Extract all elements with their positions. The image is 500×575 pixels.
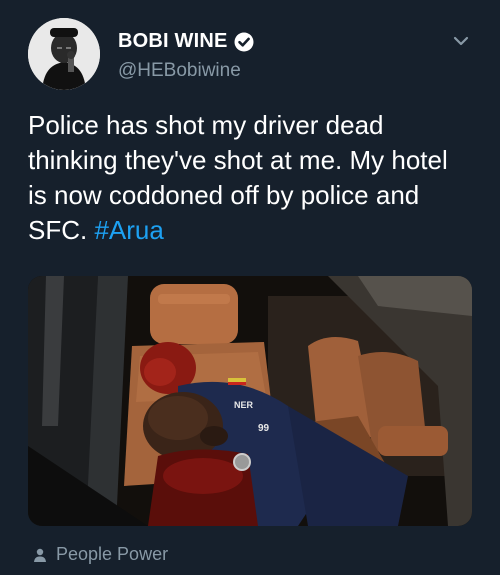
avatar[interactable]	[28, 18, 100, 90]
footer-label[interactable]: People Power	[56, 544, 168, 565]
jersey-number: 99	[258, 423, 270, 434]
shirt-text: NER	[234, 400, 254, 410]
photo-car-interior: NER 99	[28, 276, 472, 526]
verified-badge-icon	[234, 32, 254, 51]
author-handle[interactable]: @HEBobiwine	[118, 60, 241, 82]
author-name[interactable]: BOBI WINE	[118, 30, 228, 53]
author-name-row: BOBI WINE	[118, 30, 254, 53]
tweet-photo[interactable]: NER 99	[28, 276, 472, 526]
tweet-body: Police has shot my driver dead thinking …	[28, 110, 448, 245]
person-icon	[34, 548, 46, 562]
hashtag-link[interactable]: #Arua	[94, 215, 163, 245]
avatar-image	[28, 18, 100, 90]
footer: People Power	[32, 544, 168, 565]
tweet-card: BOBI WINE @HEBobiwine Police has shot my…	[0, 0, 500, 575]
chevron-down-icon[interactable]	[450, 30, 472, 52]
tweet-text: Police has shot my driver dead thinking …	[28, 108, 468, 248]
